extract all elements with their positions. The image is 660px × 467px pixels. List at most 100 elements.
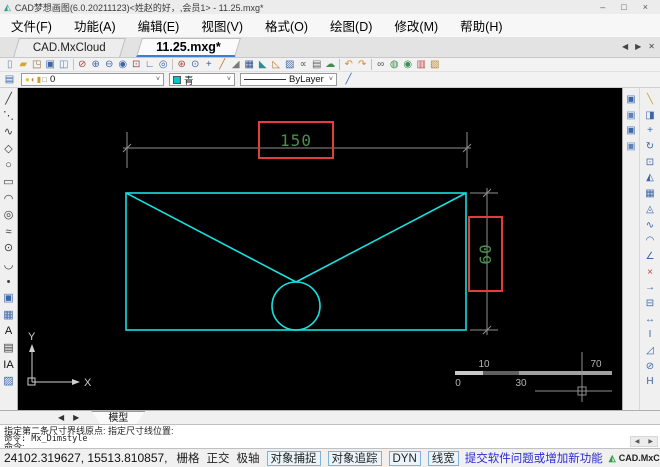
erase-icon[interactable]: ╲ — [643, 92, 657, 108]
spline-tool-icon[interactable]: ≈ — [1, 224, 17, 241]
tab-scroll-left-button[interactable]: ◀ — [622, 42, 628, 51]
copy-clip-icon[interactable]: ▣ — [624, 92, 638, 108]
dimension-text-150[interactable]: 150 — [280, 131, 312, 150]
ellipse-arc-tool-icon[interactable]: ◡ — [1, 257, 17, 274]
new-file-icon[interactable]: ▯ — [3, 58, 17, 71]
web-icon[interactable]: ◍ — [388, 58, 402, 71]
zoom-out-icon[interactable]: ⊖ — [103, 58, 117, 71]
command-prompt[interactable]: 命令: — [4, 443, 656, 448]
copy-icon[interactable]: ◨ — [643, 108, 657, 124]
hatch-tool-icon[interactable]: ▨ — [283, 58, 297, 71]
circle-2p-tool-icon[interactable]: ○ — [1, 157, 17, 174]
minimize-button[interactable]: – — [600, 2, 605, 12]
block-insert-icon[interactable]: ▦ — [1, 307, 17, 324]
rectangle-tool-icon[interactable]: ▭ — [1, 174, 17, 191]
explode-icon[interactable]: ◬ — [643, 202, 657, 218]
paste-block-icon[interactable]: ▣ — [624, 139, 638, 155]
menu-function[interactable]: 功能(A) — [63, 16, 127, 35]
block-create-icon[interactable]: ▣ — [1, 290, 17, 307]
options-icon[interactable]: ▤ — [310, 58, 324, 71]
linetype-tool-button[interactable]: ╱ — [342, 74, 355, 85]
command-window[interactable]: 指定第二条尺寸界线原点: 指定尺寸线位置: 命令: Mx_Dimstyle 命令… — [0, 424, 660, 448]
drawing-canvas[interactable]: 150 60 10 70 0 30 — [18, 88, 622, 410]
rotate-icon[interactable]: ↻ — [643, 139, 657, 155]
zoom-window-icon[interactable]: ⊡ — [130, 58, 144, 71]
zoom-dynamic-icon[interactable]: ◎ — [157, 58, 171, 71]
zoom-extents-icon[interactable]: ◉ — [116, 58, 130, 71]
envelope-diagonal-right[interactable] — [296, 193, 466, 282]
array-icon[interactable]: ▦ — [643, 186, 657, 202]
find-icon[interactable]: ∝ — [297, 58, 311, 71]
trim-icon[interactable]: × — [643, 265, 657, 281]
text-tool-icon[interactable]: A — [1, 323, 17, 340]
dimension-text-60[interactable]: 60 — [476, 243, 495, 264]
donut-tool-icon[interactable]: ◎ — [1, 207, 17, 224]
toggle-polar[interactable]: 极轴 — [237, 450, 260, 466]
save-as-icon[interactable]: ◫ — [57, 58, 71, 71]
layout-prev-button[interactable]: ◀ — [58, 413, 64, 422]
toggle-dyn[interactable]: DYN — [389, 451, 421, 466]
menu-edit[interactable]: 编辑(E) — [127, 16, 191, 35]
zoom-realtime-icon[interactable]: ⊙ — [189, 58, 203, 71]
zoom-previous-icon[interactable]: ⊘ — [76, 58, 90, 71]
cloud-save-icon[interactable]: ☁ — [324, 58, 338, 71]
render-icon[interactable]: ◣ — [256, 58, 270, 71]
menu-help[interactable]: 帮助(H) — [449, 16, 513, 35]
envelope-rectangle[interactable] — [126, 193, 466, 330]
menu-file[interactable]: 文件(F) — [0, 16, 63, 35]
table-tool-icon[interactable]: ▤ — [1, 340, 17, 357]
layers-panel-button[interactable]: ▤ — [3, 74, 16, 85]
tab-current-drawing[interactable]: 11.25.mxg* — [136, 38, 240, 57]
line-tool-icon[interactable]: ╱ — [1, 91, 17, 108]
arc-tool-icon[interactable]: ◠ — [1, 191, 17, 208]
pan-icon[interactable]: + — [202, 58, 216, 71]
point-tool-icon[interactable]: • — [1, 274, 17, 291]
menu-modify[interactable]: 修改(M) — [383, 16, 449, 35]
hatch-edit-icon[interactable]: H — [643, 374, 657, 390]
tab-model[interactable]: 模型 — [91, 411, 145, 424]
lengthen-icon[interactable]: I — [643, 327, 657, 343]
move-icon[interactable]: + — [643, 123, 657, 139]
ellipse-tool-icon[interactable]: ⊙ — [1, 240, 17, 257]
close-button[interactable]: × — [643, 2, 648, 12]
break-icon[interactable]: ⊟ — [643, 296, 657, 312]
mirror-icon[interactable]: ◭ — [643, 170, 657, 186]
xline-tool-icon[interactable]: ⋱ — [1, 108, 17, 125]
polyline-tool-icon[interactable]: ∿ — [1, 124, 17, 141]
save-icon[interactable]: ▣ — [44, 58, 58, 71]
copy-base-icon[interactable]: ▣ — [624, 108, 638, 124]
ucs-icon[interactable]: ∟ — [143, 58, 157, 71]
hatch-fill-icon[interactable]: ▨ — [1, 373, 17, 390]
menu-format[interactable]: 格式(O) — [254, 16, 319, 35]
linetype-dropdown[interactable]: ByLayer ˅ — [240, 73, 337, 86]
scroll-right-icon[interactable]: ▶ — [648, 438, 653, 445]
scale-icon[interactable]: ◿ — [643, 343, 657, 359]
stretch-icon[interactable]: ↔ — [643, 312, 657, 328]
undo-icon[interactable]: ↶ — [342, 58, 356, 71]
toggle-ortho[interactable]: 正交 — [207, 450, 230, 466]
image-export-icon[interactable]: ▧ — [428, 58, 442, 71]
chamfer-icon[interactable]: ∠ — [643, 249, 657, 265]
zoom-in-icon[interactable]: ⊕ — [89, 58, 103, 71]
fillet-icon[interactable]: ◠ — [643, 233, 657, 249]
layout-next-button[interactable]: ▶ — [73, 413, 79, 422]
toggle-otrack[interactable]: 对象追踪 — [328, 451, 382, 466]
share-icon[interactable]: ∞ — [374, 58, 388, 71]
color-dropdown[interactable]: 青 ˅ — [169, 73, 235, 86]
offset-icon[interactable]: ⊡ — [643, 155, 657, 171]
polygon-tool-icon[interactable]: ◇ — [1, 141, 17, 158]
tab-cad-mxcloud[interactable]: CAD.MxCloud — [13, 38, 126, 57]
refresh-icon[interactable]: ◉ — [401, 58, 415, 71]
open-file-icon[interactable]: ▰ — [17, 58, 31, 71]
envelope-circle[interactable] — [272, 282, 320, 330]
tab-close-button[interactable]: ✕ — [648, 42, 655, 51]
field-tool-icon[interactable]: IA — [1, 357, 17, 374]
menu-draw[interactable]: 绘图(D) — [319, 16, 383, 35]
menu-view[interactable]: 视图(V) — [190, 16, 254, 35]
pdf-export-icon[interactable]: ▥ — [415, 58, 429, 71]
import-file-icon[interactable]: ◳ — [30, 58, 44, 71]
toggle-lineweight[interactable]: 线宽 — [428, 451, 459, 466]
toggle-osnap[interactable]: 对象捕捉 — [267, 451, 321, 466]
maximize-button[interactable]: □ — [621, 2, 626, 12]
draw-line-icon[interactable]: ╱ — [216, 58, 230, 71]
